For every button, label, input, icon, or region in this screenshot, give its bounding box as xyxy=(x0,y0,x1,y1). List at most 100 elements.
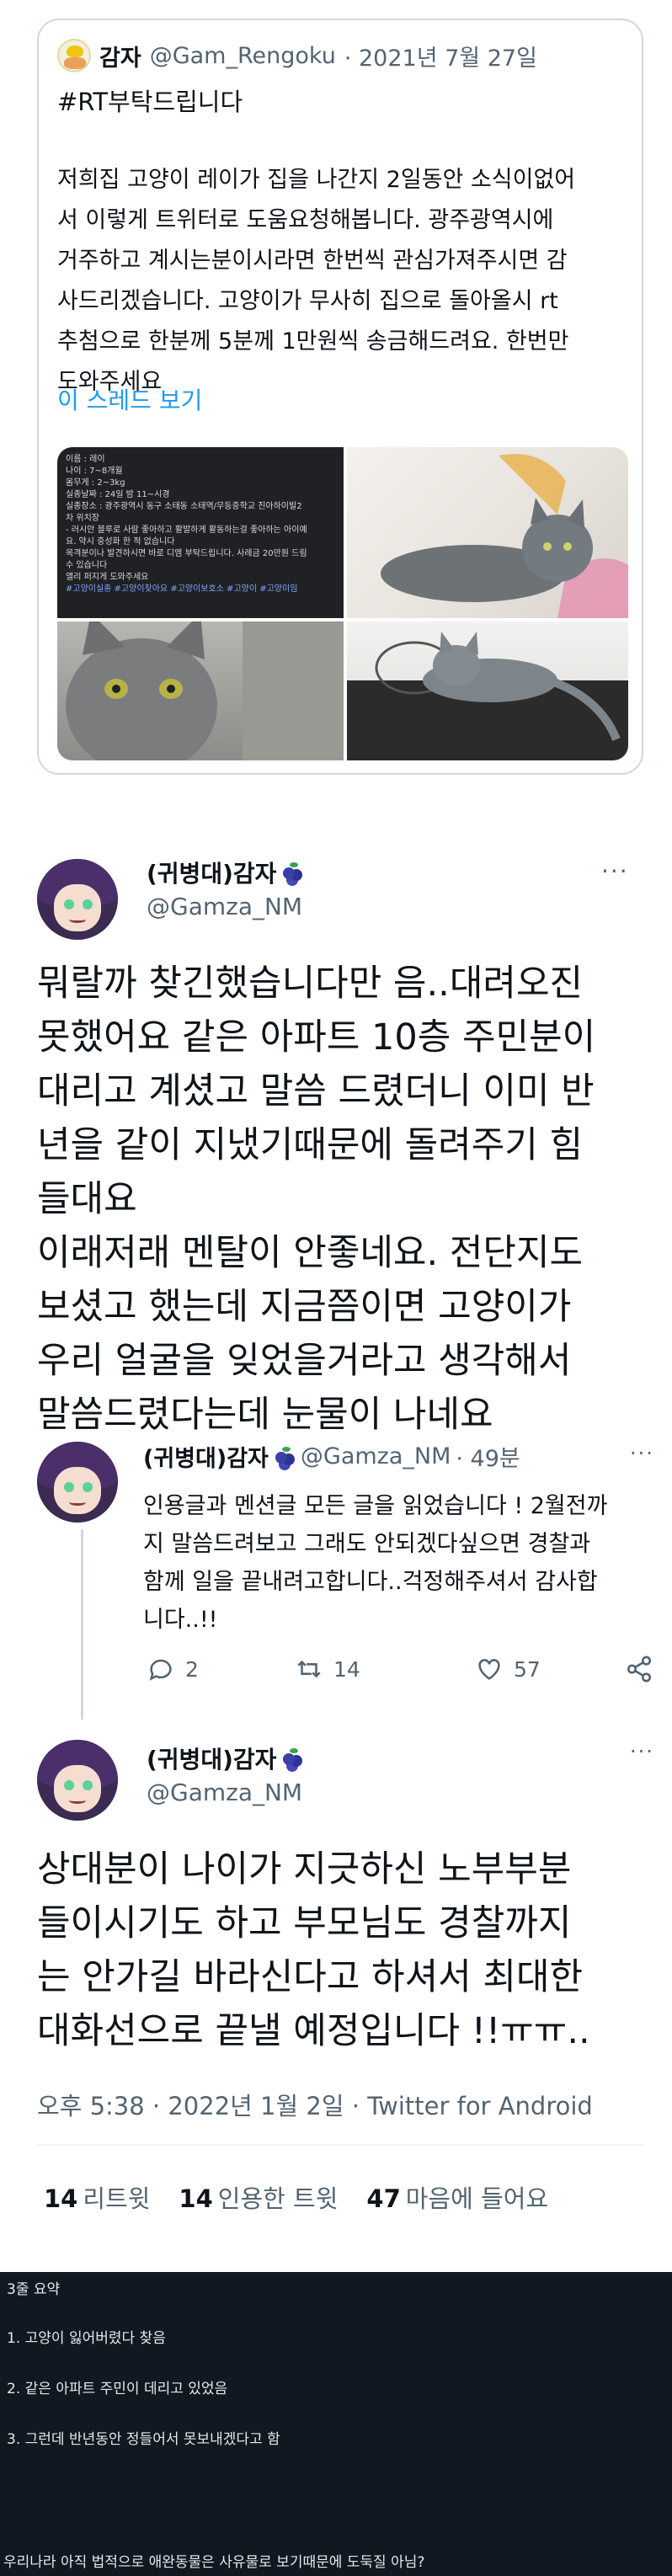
more-options-icon[interactable]: ··· xyxy=(630,1442,654,1465)
text-line: 추첨으로 한분께 5분께 1만원씩 송금해드려요. 한번만 xyxy=(57,328,569,355)
tweet-text: 뭐랄까 찾긴했습니다만 음..대려오진 못했어요 같은 아파트 10층 주민분이… xyxy=(37,957,643,1442)
retweet-icon xyxy=(297,1660,321,1678)
summary-item: 3. 그런데 반년동안 정들어서 못보내겠다고 함 xyxy=(7,2431,280,2448)
share-button[interactable] xyxy=(625,1655,653,1683)
thread-connector-line xyxy=(81,1529,83,1720)
cat-photo-chair-illustration xyxy=(347,632,628,760)
retweet-count: 14 xyxy=(333,1656,360,1682)
info-hashtags: #고양이실종 #고양이찾아요 #고양이보호소 #고양이 #고양이임 xyxy=(66,584,298,594)
text-line: 말씀드렸다는데 눈물이 나네요 xyxy=(37,1394,493,1436)
reply-time: · 49분 xyxy=(456,1446,520,1472)
quote-tweets-stat-label: 인용한 트윗 xyxy=(217,2184,339,2213)
info-line: 나이 : 7~8개월 xyxy=(66,467,123,476)
author-handle[interactable]: @Gamza_NM xyxy=(147,1779,302,1806)
author-name-text: (귀병대)감자 xyxy=(147,860,277,888)
retweet-button[interactable]: 14 xyxy=(295,1655,360,1683)
text-line: 대화선으로 끝낼 예정입니다 !!ㅠㅠ.. xyxy=(37,2010,590,2052)
author-name-text: (귀병대)감자 xyxy=(147,1746,277,1773)
quoted-hashtag[interactable]: #RT부탁드립니다 xyxy=(57,83,243,118)
author-name[interactable]: (귀병대)감자 xyxy=(147,1741,303,1775)
info-line: 앨리 퍼지게 도와주세요 xyxy=(66,573,149,582)
blueberry-icon xyxy=(281,1748,303,1768)
reply-author-handle[interactable]: @Gamza_NM xyxy=(301,1443,451,1469)
avatar[interactable] xyxy=(37,1442,118,1523)
text-line: 함께 일을 끝내려고합니다..걱정해주셔서 감사합 xyxy=(143,1569,598,1595)
info-line: 실종날짜 : 24일 밤 11~시경 xyxy=(66,490,170,499)
text-line: 년을 같이 지냈기때문에 돌려주기 힘 xyxy=(37,1124,584,1166)
text-line: 들대요 xyxy=(37,1178,137,1220)
quoted-tweet-header: 감자 @Gam_Rengoku · 2021년 7월 27일 xyxy=(57,37,537,74)
reply-author-name-text: (귀병대)감자 xyxy=(143,1446,269,1472)
author-name[interactable]: (귀병대)감자 xyxy=(147,856,303,889)
likes-stat-label: 마음에 들어요 xyxy=(405,2184,549,2213)
text-line: 인용글과 멘션글 모든 글을 읽었습니다 ! 2월전까 xyxy=(143,1493,608,1519)
reply-action-bar: 2 14 57 xyxy=(143,1655,652,1688)
quote-tweets-stat[interactable]: 14 인용한 트윗 xyxy=(179,2179,338,2215)
likes-stat[interactable]: 47 마음에 들어요 xyxy=(366,2179,548,2215)
quoted-tweet-text: 저희집 고양이 레이가 집을 나간지 2일동안 소식이없어 서 이렇게 트위터로… xyxy=(57,160,630,403)
likes-stat-count: 47 xyxy=(366,2184,401,2213)
retweets-stat-count: 14 xyxy=(44,2184,78,2213)
quote-tweets-stat-count: 14 xyxy=(179,2184,213,2213)
cat-photo-sofa[interactable] xyxy=(347,447,628,618)
tweet-timestamp-source[interactable]: 오후 5:38 · 2022년 1월 2일 · Twitter for Andr… xyxy=(37,2087,593,2122)
info-line: 몸무게 : 2~3kg xyxy=(66,478,125,488)
cat-photo-chair[interactable] xyxy=(347,621,628,760)
share-icon xyxy=(627,1656,652,1683)
text-line: 들이시기도 하고 부모님도 경찰까지 xyxy=(37,1902,572,1944)
summary-panel: 3줄 요약 1. 고양이 잃어버렸다 찾음 2. 같은 아파트 주민이 데리고 … xyxy=(0,2272,672,2576)
info-line: 실종장소 : 광주광역시 동구 소태동 소태역/무등중학교 진아하이빌2 xyxy=(66,502,302,511)
reply-header: (귀병대)감자 @Gamza_NM · 49분 xyxy=(143,1440,520,1473)
text-line: 뭐랄까 찾긴했습니다만 음..대려오진 xyxy=(37,963,584,1005)
avatar[interactable] xyxy=(37,1740,118,1821)
info-line: 차 위치장 xyxy=(66,514,99,523)
cat-photo-closeup-illustration xyxy=(66,621,344,760)
avatar[interactable] xyxy=(57,39,91,72)
summary-footer: 우리나라 아직 법적으로 애완동물은 사유물로 보기때문에 도둑질 아님? xyxy=(3,2554,425,2571)
text-line: 보셨고 했는데 지금쯤이면 고양이가 xyxy=(37,1286,572,1328)
show-thread-link[interactable]: 이 스레드 보기 xyxy=(57,382,202,416)
cat-photo-sofa-illustration xyxy=(381,454,628,618)
summary-item: 2. 같은 아파트 주민이 데리고 있었음 xyxy=(7,2381,228,2397)
text-line: 저희집 고양이 레이가 집을 나간지 2일동안 소식이없어 xyxy=(57,167,576,193)
blueberry-icon xyxy=(274,1446,296,1467)
quoted-author-handle[interactable]: @Gam_Rengoku xyxy=(150,43,336,69)
author-handle[interactable]: @Gamza_NM xyxy=(147,893,302,920)
tweet-text: 상대분이 나이가 지긋하신 노부부분 들이시기도 하고 부모님도 경찰까지 는 … xyxy=(37,1843,643,2058)
text-line: 지 말씀드려보고 그래도 안되겠다싶으면 경찰과 xyxy=(143,1531,591,1557)
text-line: 사드리겠습니다. 고양이가 무사히 집으로 돌아올시 rt xyxy=(57,288,558,314)
media-grid: 이름 : 레이 나이 : 7~8개월 몸무게 : 2~3kg 실종날짜 : 24… xyxy=(57,447,628,760)
heart-icon xyxy=(478,1659,500,1680)
quoted-tweet-card[interactable]: 감자 @Gam_Rengoku · 2021년 7월 27일 #RT부탁드립니다… xyxy=(37,19,643,775)
like-button[interactable]: 57 xyxy=(475,1655,541,1683)
quoted-author-name[interactable]: 감자 xyxy=(99,40,141,72)
divider xyxy=(37,2144,643,2146)
avatar[interactable] xyxy=(37,859,118,940)
summary-item: 1. 고양이 잃어버렸다 찾음 xyxy=(7,2330,166,2347)
more-options-icon[interactable]: ··· xyxy=(601,857,629,885)
quoted-tweet-date: · 2021년 7월 27일 xyxy=(344,45,537,72)
retweets-stat-label: 리트윗 xyxy=(83,2184,151,2213)
text-line: 상대분이 나이가 지긋하신 노부부분 xyxy=(37,1848,572,1891)
summary-title: 3줄 요약 xyxy=(7,2281,61,2298)
blueberry-icon xyxy=(281,862,303,883)
reply-author-name[interactable]: (귀병대)감자 xyxy=(143,1440,296,1473)
text-line: 서 이렇게 트위터로 도움요청해봅니다. 광주광역시에 xyxy=(57,207,554,233)
missing-cat-info-image[interactable]: 이름 : 레이 나이 : 7~8개월 몸무게 : 2~3kg 실종날짜 : 24… xyxy=(57,447,344,618)
text-line: 니다..!! xyxy=(143,1607,218,1633)
text-line: 우리 얼굴을 잊었을거라고 생각해서 xyxy=(37,1340,572,1382)
reply-button[interactable]: 2 xyxy=(147,1655,199,1683)
engagement-stats: 14 리트윗 14 인용한 트윗 47 마음에 들어요 xyxy=(44,2179,548,2215)
info-line: 이름 : 레이 xyxy=(66,455,105,464)
more-options-icon[interactable]: ··· xyxy=(630,1740,654,1763)
reply-text: 인용글과 멘션글 모든 글을 읽었습니다 ! 2월전까 지 말씀드려보고 그래도… xyxy=(143,1487,632,1639)
text-line: 거주하고 계시는분이시라면 한번씩 관심가져주시면 감 xyxy=(57,248,568,274)
retweets-stat[interactable]: 14 리트윗 xyxy=(44,2179,150,2215)
cat-photo-closeup[interactable] xyxy=(57,621,344,760)
info-line: - 러시안 블루로 사람 좋아하고 활발하게 활동하는걸 좋아하는 아이예 xyxy=(66,525,307,535)
text-line: 는 안가길 바라신다고 하셔서 최대한 xyxy=(37,1956,584,1998)
info-line: 수 있습니다 xyxy=(66,561,108,570)
info-line: 요. 약시 중성화 한 적 없습니다 xyxy=(66,537,175,547)
reply-icon xyxy=(149,1659,172,1681)
info-line: 목격분이나 발견하시면 바로 디엠 부탁드립니다. 사례금 20만원 드림 xyxy=(66,549,307,558)
